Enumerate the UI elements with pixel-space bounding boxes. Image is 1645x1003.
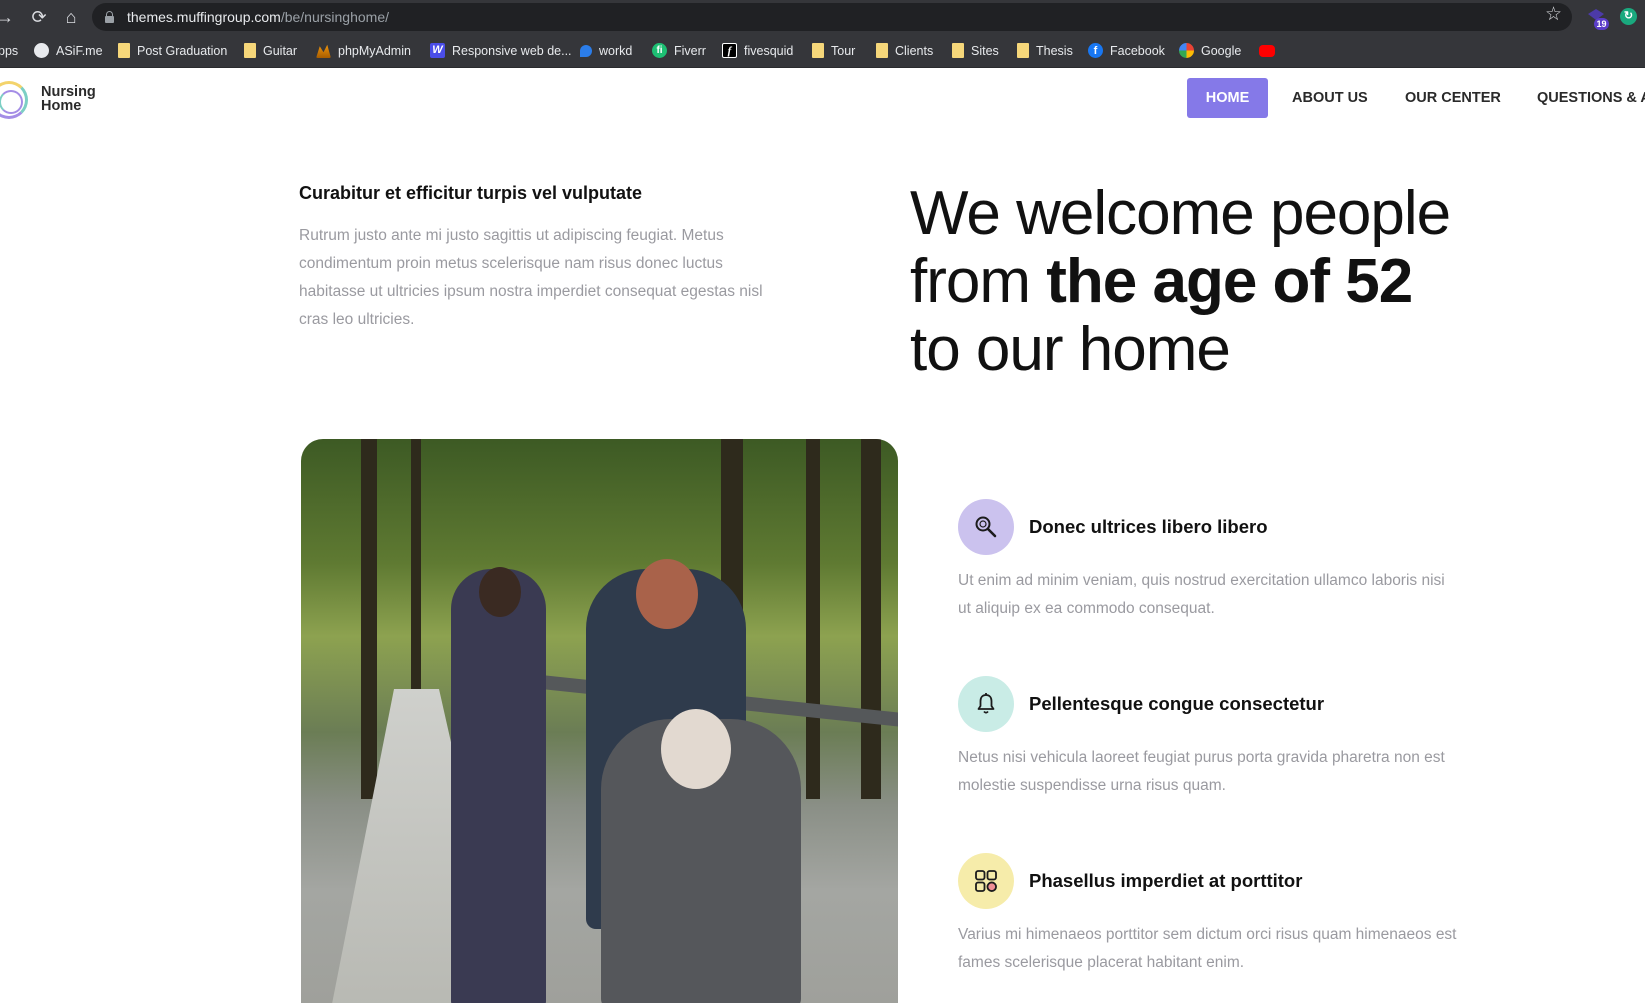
site-logo[interactable]: Nursing Home xyxy=(41,85,96,114)
grid-icon xyxy=(958,853,1014,909)
folder-icon xyxy=(244,43,256,59)
reload-icon[interactable]: ⟳ xyxy=(28,6,50,28)
w-icon: W xyxy=(430,43,445,59)
globe-icon xyxy=(34,43,49,59)
bookmark-post-graduation[interactable]: Post Graduation xyxy=(118,34,227,68)
forward-arrow-icon[interactable]: → xyxy=(0,6,16,28)
bookmark-clients[interactable]: Clients xyxy=(876,34,933,68)
hero-title: We welcome people from the age of 52 to … xyxy=(910,179,1451,384)
feature-text: Varius mi himenaeos porttitor sem dictum… xyxy=(958,926,1457,971)
nav-about-us[interactable]: ABOUT US xyxy=(1292,78,1368,118)
logo-icon[interactable] xyxy=(0,81,28,119)
folder-icon xyxy=(118,43,130,59)
lock-icon xyxy=(105,11,114,23)
bookmark-fiverr[interactable]: fi Fiverr xyxy=(652,34,706,68)
bookmark-workd[interactable]: workd xyxy=(580,34,632,68)
folder-icon xyxy=(1017,43,1029,59)
google-icon xyxy=(1179,43,1194,59)
youtube-icon xyxy=(1259,44,1275,57)
browser-toolbar: → ⟳ ⌂ themes.muffingroup.com/be/nursingh… xyxy=(0,0,1645,34)
extension-graduation-cap-icon[interactable]: 19 xyxy=(1588,7,1609,30)
nav-questions[interactable]: QUESTIONS & AI xyxy=(1537,78,1645,118)
bookmark-guitar[interactable]: Guitar xyxy=(244,34,297,68)
folder-icon xyxy=(812,43,824,59)
folder-icon xyxy=(876,43,888,59)
feature-text: Netus nisi vehicula laoreet feugiat puru… xyxy=(958,749,1445,794)
facebook-icon: f xyxy=(1088,43,1103,59)
intro-text: Rutrum justo ante mi justo sagittis ut a… xyxy=(299,227,763,328)
bookmark-star-icon[interactable]: ☆ xyxy=(1545,3,1562,26)
nav-home[interactable]: HOME xyxy=(1187,78,1268,118)
home-icon[interactable]: ⌂ xyxy=(60,6,82,28)
elderly-care-photo xyxy=(301,439,898,1003)
nav-our-center[interactable]: OUR CENTER xyxy=(1405,78,1501,118)
url-text[interactable]: themes.muffingroup.com/be/nursinghome/ xyxy=(127,9,389,25)
bookmarks-bar: pps ASiF.me Post Graduation Guitar phpMy… xyxy=(0,34,1645,68)
intro-heading: Curabitur et efficitur turpis vel vulput… xyxy=(299,183,643,203)
feature-text: Ut enim ad minim veniam, quis nostrud ex… xyxy=(958,572,1445,617)
feature-title: Phasellus imperdiet at porttitor xyxy=(1029,870,1303,891)
phpmyadmin-icon xyxy=(316,44,331,59)
bookmark-thesis[interactable]: Thesis xyxy=(1017,34,1073,68)
address-bar[interactable]: themes.muffingroup.com/be/nursinghome/ xyxy=(92,3,1572,31)
bookmark-asif[interactable]: ASiF.me xyxy=(34,34,103,68)
site-header: Nursing Home HOME ABOUT US OUR CENTER QU… xyxy=(0,68,1645,128)
feature-title: Pellentesque congue consectetur xyxy=(1029,693,1325,714)
bookmark-sites[interactable]: Sites xyxy=(952,34,999,68)
bookmark-facebook[interactable]: f Facebook xyxy=(1088,34,1165,68)
bookmark-youtube[interactable] xyxy=(1259,34,1282,68)
bookmark-tour[interactable]: Tour xyxy=(812,34,855,68)
bookmark-fivesquid[interactable]: f fivesquid xyxy=(722,34,793,68)
bookmark-phpmyadmin[interactable]: phpMyAdmin xyxy=(316,34,411,68)
search-icon xyxy=(958,499,1014,555)
fiverr-icon: fi xyxy=(652,43,667,59)
fivesquid-icon: f xyxy=(722,43,737,59)
bookmark-responsive-web[interactable]: W Responsive web de... xyxy=(430,34,572,68)
workd-icon xyxy=(580,44,592,57)
bell-icon xyxy=(958,676,1014,732)
bookmark-apps[interactable]: pps xyxy=(0,34,18,68)
feature-title: Donec ultrices libero libero xyxy=(1029,516,1268,537)
extension-badge: 19 xyxy=(1594,18,1609,30)
extension-refresh-icon[interactable]: ↻ xyxy=(1620,8,1637,25)
folder-icon xyxy=(952,43,964,59)
bookmark-google[interactable]: Google xyxy=(1179,34,1241,68)
